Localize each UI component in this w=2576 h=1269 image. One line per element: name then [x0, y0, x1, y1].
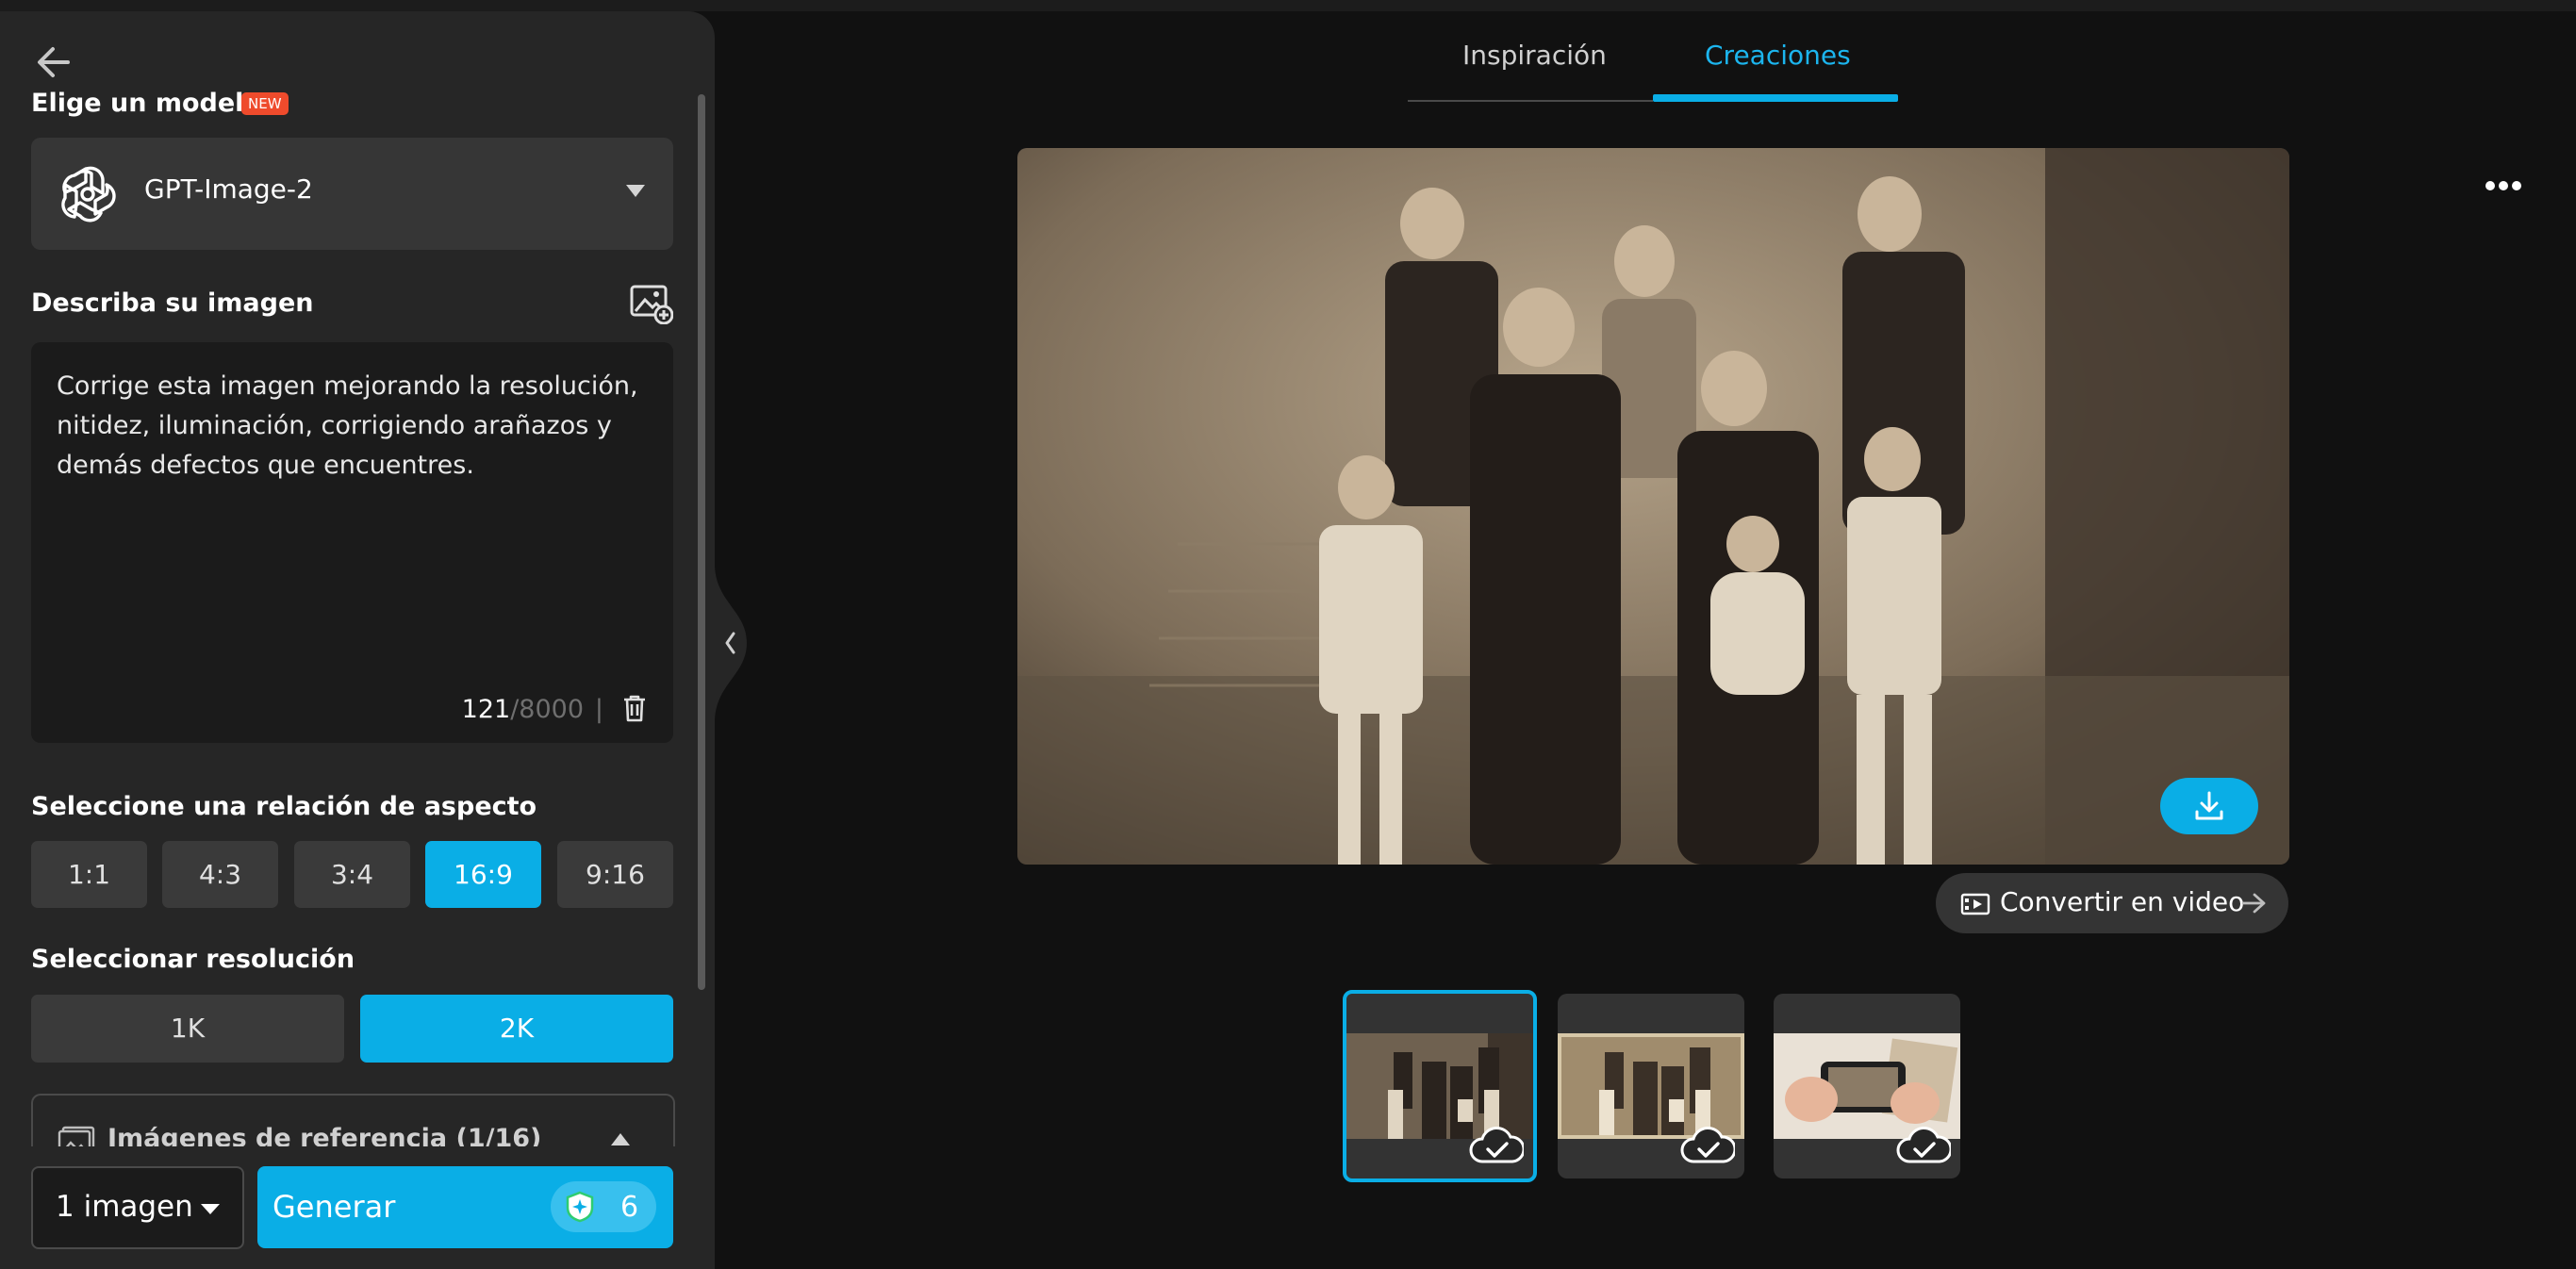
back-arrow-icon[interactable]: [34, 43, 75, 81]
video-icon: [1960, 893, 1990, 915]
tab-inspiracion[interactable]: Inspiración: [1462, 40, 1607, 71]
generate-label: Generar: [272, 1189, 396, 1225]
resolution-1k-button[interactable]: 1K: [31, 995, 344, 1063]
aspect-ratio-options: 1:1 4:3 3:4 16:9 9:16: [31, 841, 673, 908]
aspect-4-3-button[interactable]: 4:3: [162, 841, 278, 908]
thumbnail-1[interactable]: [1343, 990, 1537, 1182]
thumbnail-2[interactable]: [1558, 994, 1744, 1178]
resolution-title: Seleccionar resolución: [31, 945, 355, 974]
collapse-panel-tab[interactable]: [715, 564, 747, 722]
top-bar: [0, 0, 2576, 11]
panel-scrollbar[interactable]: [698, 94, 705, 990]
generated-image-preview[interactable]: [1017, 148, 2289, 865]
openai-logo-icon: [61, 166, 116, 222]
new-badge: NEW: [241, 92, 289, 115]
trash-icon[interactable]: [622, 694, 647, 722]
resolution-2k-button[interactable]: 2K: [360, 995, 673, 1063]
active-tab-indicator: [1653, 94, 1898, 102]
convert-to-video-label: Convertir en video: [2000, 886, 2245, 917]
char-counter: 121/8000: [461, 695, 584, 724]
thumbnail-3[interactable]: [1774, 994, 1960, 1178]
download-icon: [2195, 791, 2223, 820]
aspect-9-16-button[interactable]: 9:16: [557, 841, 673, 908]
credit-gem-icon: [566, 1191, 594, 1223]
model-section-title: Elige un modelo: [31, 89, 261, 118]
tab-baseline: [1408, 100, 1653, 102]
model-name: GPT-Image-2: [144, 173, 313, 205]
aspect-3-4-button[interactable]: 3:4: [294, 841, 410, 908]
describe-title: Describa su imagen: [31, 288, 314, 318]
aspect-ratio-title: Seleccione una relación de aspecto: [31, 792, 537, 821]
add-image-icon[interactable]: [630, 285, 673, 324]
cloud-check-icon: [1469, 1127, 1524, 1163]
aspect-16-9-button[interactable]: 16:9: [425, 841, 541, 908]
prompt-text: Corrige esta imagen mejorando la resoluc…: [57, 371, 638, 480]
download-button[interactable]: [2160, 778, 2258, 834]
image-quantity-dropdown[interactable]: 1 imagen: [31, 1166, 244, 1249]
cloud-check-icon: [1680, 1127, 1735, 1163]
generate-button[interactable]: Generar 6: [257, 1166, 673, 1248]
image-quantity-label: 1 imagen: [56, 1190, 193, 1224]
tab-creaciones[interactable]: Creaciones: [1705, 40, 1851, 71]
more-options-icon[interactable]: [2484, 179, 2523, 192]
prompt-textarea[interactable]: Corrige esta imagen mejorando la resoluc…: [31, 342, 673, 743]
aspect-1-1-button[interactable]: 1:1: [31, 841, 147, 908]
chevron-down-icon: [201, 1204, 220, 1214]
model-dropdown[interactable]: GPT-Image-2: [31, 138, 673, 250]
resolution-options: 1K 2K: [31, 995, 673, 1063]
arrow-right-icon: [2241, 893, 2266, 914]
chevron-up-icon: [611, 1133, 630, 1145]
chevron-down-icon: [626, 185, 645, 197]
credits-pill: 6: [551, 1181, 656, 1232]
char-separator: |: [594, 695, 603, 724]
credits-count: 6: [620, 1191, 639, 1224]
cloud-check-icon: [1896, 1127, 1951, 1163]
convert-to-video-button[interactable]: Convertir en video: [1936, 873, 2288, 933]
content-tabs: Inspiración Creaciones: [1408, 28, 1898, 102]
